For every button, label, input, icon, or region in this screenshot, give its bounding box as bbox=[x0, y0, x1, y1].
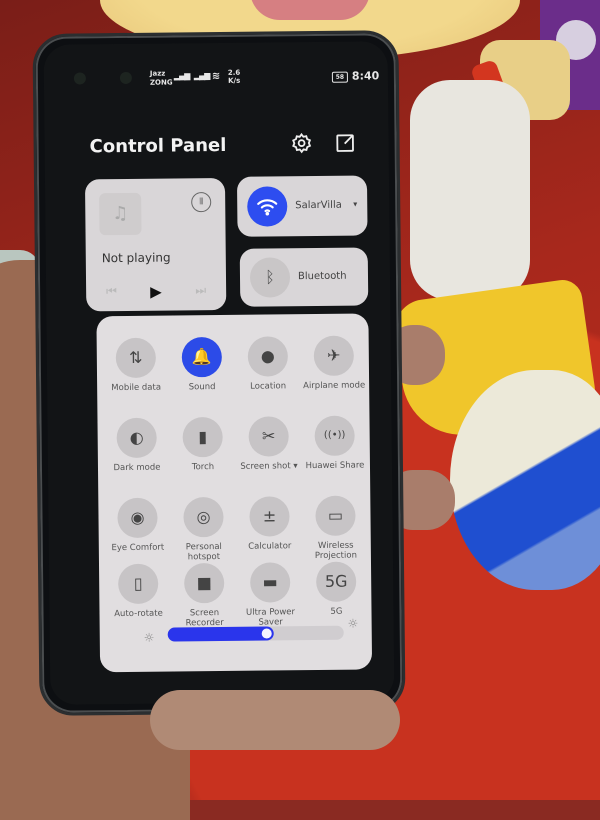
toggle-wireless-projection[interactable]: ▭ Wireless Projection bbox=[302, 495, 369, 561]
music-note-icon: ♫ bbox=[99, 192, 142, 236]
wifi-status-icon: ≋ bbox=[211, 70, 220, 83]
toggle-label: Airplane mode bbox=[303, 380, 366, 392]
location-pin-icon[interactable]: ● bbox=[247, 336, 289, 377]
edit-icon[interactable] bbox=[334, 132, 358, 156]
toggle-5g[interactable]: 5G 5G bbox=[303, 561, 370, 617]
toggle-label: 5G bbox=[330, 606, 343, 617]
phone: Jazz ZONG ▂▄▆ ▂▄▆ ≋ 2.6 K/s 58 8:40 Cont… bbox=[32, 30, 406, 716]
background-toy-body bbox=[410, 80, 530, 300]
toggle-torch[interactable]: ▮ Torch bbox=[169, 416, 236, 473]
brightness-slider-handle[interactable] bbox=[261, 628, 272, 639]
audio-wave-icon[interactable]: ⦀ bbox=[191, 192, 212, 213]
toggle-dark-mode[interactable]: ◐ Dark mode bbox=[103, 417, 170, 474]
auto-rotate-icon[interactable]: ▯ bbox=[117, 563, 159, 605]
toggle-screen-shot[interactable]: ✂ Screen shot ▾ bbox=[235, 416, 302, 472]
media-status: Not playing bbox=[101, 250, 171, 266]
toggle-mobile-data[interactable]: ⇅ Mobile data bbox=[103, 337, 170, 394]
next-track-icon[interactable]: ⏭ bbox=[195, 283, 206, 298]
torch-icon[interactable]: ▮ bbox=[182, 416, 223, 458]
5g-icon[interactable]: 5G bbox=[315, 561, 357, 602]
toggle-personal-hotspot[interactable]: ◎ Personal hotspot bbox=[170, 496, 237, 563]
status-bar: Jazz ZONG ▂▄▆ ▂▄▆ ≋ 2.6 K/s 58 8:40 bbox=[44, 63, 388, 93]
toggle-label: Auto-rotate bbox=[114, 608, 163, 620]
toggle-label: Screen Recorder bbox=[185, 608, 224, 629]
clock: 8:40 bbox=[351, 69, 380, 83]
toggle-label: Wireless Projection bbox=[314, 540, 357, 562]
sensor-icon bbox=[73, 72, 86, 85]
toggle-label: Ultra Power Saver bbox=[245, 607, 296, 628]
toggle-label: Sound bbox=[188, 382, 216, 393]
bluetooth-tile[interactable]: ᛒ Bluetooth bbox=[239, 247, 369, 307]
toggle-screen-recorder[interactable]: ■ Screen Recorder bbox=[171, 562, 238, 629]
toggle-auto-rotate[interactable]: ▯ Auto-rotate bbox=[105, 563, 172, 620]
toggle-label: Location bbox=[250, 381, 287, 392]
previous-track-icon[interactable]: ⏮ bbox=[106, 284, 117, 299]
hotspot-icon[interactable]: ◎ bbox=[183, 496, 224, 538]
media-player-tile[interactable]: ♫ ⦀ Not playing ⏮ ▶ ⏭ bbox=[84, 177, 227, 312]
bell-icon[interactable]: 🔔 bbox=[181, 336, 223, 378]
signal-sim1-icon: ▂▄▆ bbox=[173, 71, 190, 81]
brightness-high-icon: ☼ bbox=[347, 616, 359, 631]
toggle-calculator[interactable]: ± Calculator bbox=[236, 496, 303, 552]
front-camera-icon bbox=[119, 71, 132, 85]
toggle-label: Calculator bbox=[248, 541, 292, 552]
carrier-2: ZONG bbox=[149, 78, 173, 87]
toggle-label: Torch bbox=[191, 462, 215, 473]
wifi-icon[interactable] bbox=[247, 186, 288, 227]
background-toy-mouth bbox=[250, 0, 370, 20]
toggle-ultra-power-saver[interactable]: ▬ Ultra Power Saver bbox=[237, 562, 304, 628]
toggle-sound[interactable]: 🔔 Sound bbox=[169, 336, 236, 393]
carrier-1: Jazz bbox=[149, 69, 166, 78]
toggle-label: Huawei Share bbox=[305, 460, 365, 472]
wireless-projection-icon[interactable]: ▭ bbox=[315, 495, 356, 536]
page-title: Control Panel bbox=[89, 134, 227, 158]
toggle-label: Screen shot ▾ bbox=[240, 461, 298, 472]
dark-mode-icon[interactable]: ◐ bbox=[116, 417, 157, 459]
chevron-down-icon[interactable]: ▾ bbox=[353, 200, 357, 209]
screen-recorder-icon[interactable]: ■ bbox=[183, 562, 225, 604]
toggle-label: Personal hotspot bbox=[185, 541, 222, 563]
toggle-location[interactable]: ● Location bbox=[235, 336, 302, 392]
toggle-label: Mobile data bbox=[111, 382, 162, 394]
brightness-slider-fill bbox=[167, 626, 274, 642]
mobile-data-icon[interactable]: ⇅ bbox=[115, 337, 157, 379]
background-thumb bbox=[150, 690, 400, 750]
network-speed: 2.6 K/s bbox=[228, 69, 241, 85]
carrier-names: Jazz ZONG bbox=[150, 69, 173, 87]
gear-icon[interactable] bbox=[290, 132, 314, 156]
toggle-label: Dark mode bbox=[113, 462, 161, 474]
toggle-label: Eye Comfort bbox=[111, 542, 165, 554]
airplane-icon[interactable]: ✈ bbox=[313, 335, 355, 377]
wifi-network-name: SalarVilla bbox=[295, 199, 342, 212]
brightness-low-icon: ☼ bbox=[143, 630, 155, 645]
toggle-airplane-mode[interactable]: ✈ Airplane mode bbox=[301, 335, 368, 391]
battery-icon: 58 bbox=[331, 71, 348, 83]
play-icon[interactable]: ▶ bbox=[150, 283, 162, 301]
battery-saver-icon[interactable]: ▬ bbox=[249, 562, 291, 603]
screenshot-icon[interactable]: ✂ bbox=[248, 416, 289, 457]
toggle-huawei-share[interactable]: ((•)) Huawei Share bbox=[301, 415, 368, 471]
bluetooth-icon[interactable]: ᛒ bbox=[249, 257, 291, 298]
signal-sim2-icon: ▂▄▆ bbox=[193, 71, 210, 81]
net-speed-value: 2.6 bbox=[227, 68, 241, 77]
eye-icon[interactable]: ◉ bbox=[117, 497, 158, 539]
quick-toggles-panel: ☼ ☼ ⇅ Mobile data 🔔 Sound ● Location ✈ Airplane… bbox=[96, 313, 373, 673]
calculator-icon[interactable]: ± bbox=[249, 496, 290, 537]
net-speed-unit: K/s bbox=[228, 76, 241, 85]
bluetooth-label: Bluetooth bbox=[297, 270, 347, 283]
huawei-share-icon[interactable]: ((•)) bbox=[314, 415, 355, 457]
phone-screen: Jazz ZONG ▂▄▆ ▂▄▆ ≋ 2.6 K/s 58 8:40 Cont… bbox=[43, 41, 395, 705]
wifi-tile[interactable]: SalarVilla ▾ bbox=[236, 175, 368, 237]
toggle-eye-comfort[interactable]: ◉ Eye Comfort bbox=[104, 497, 171, 554]
